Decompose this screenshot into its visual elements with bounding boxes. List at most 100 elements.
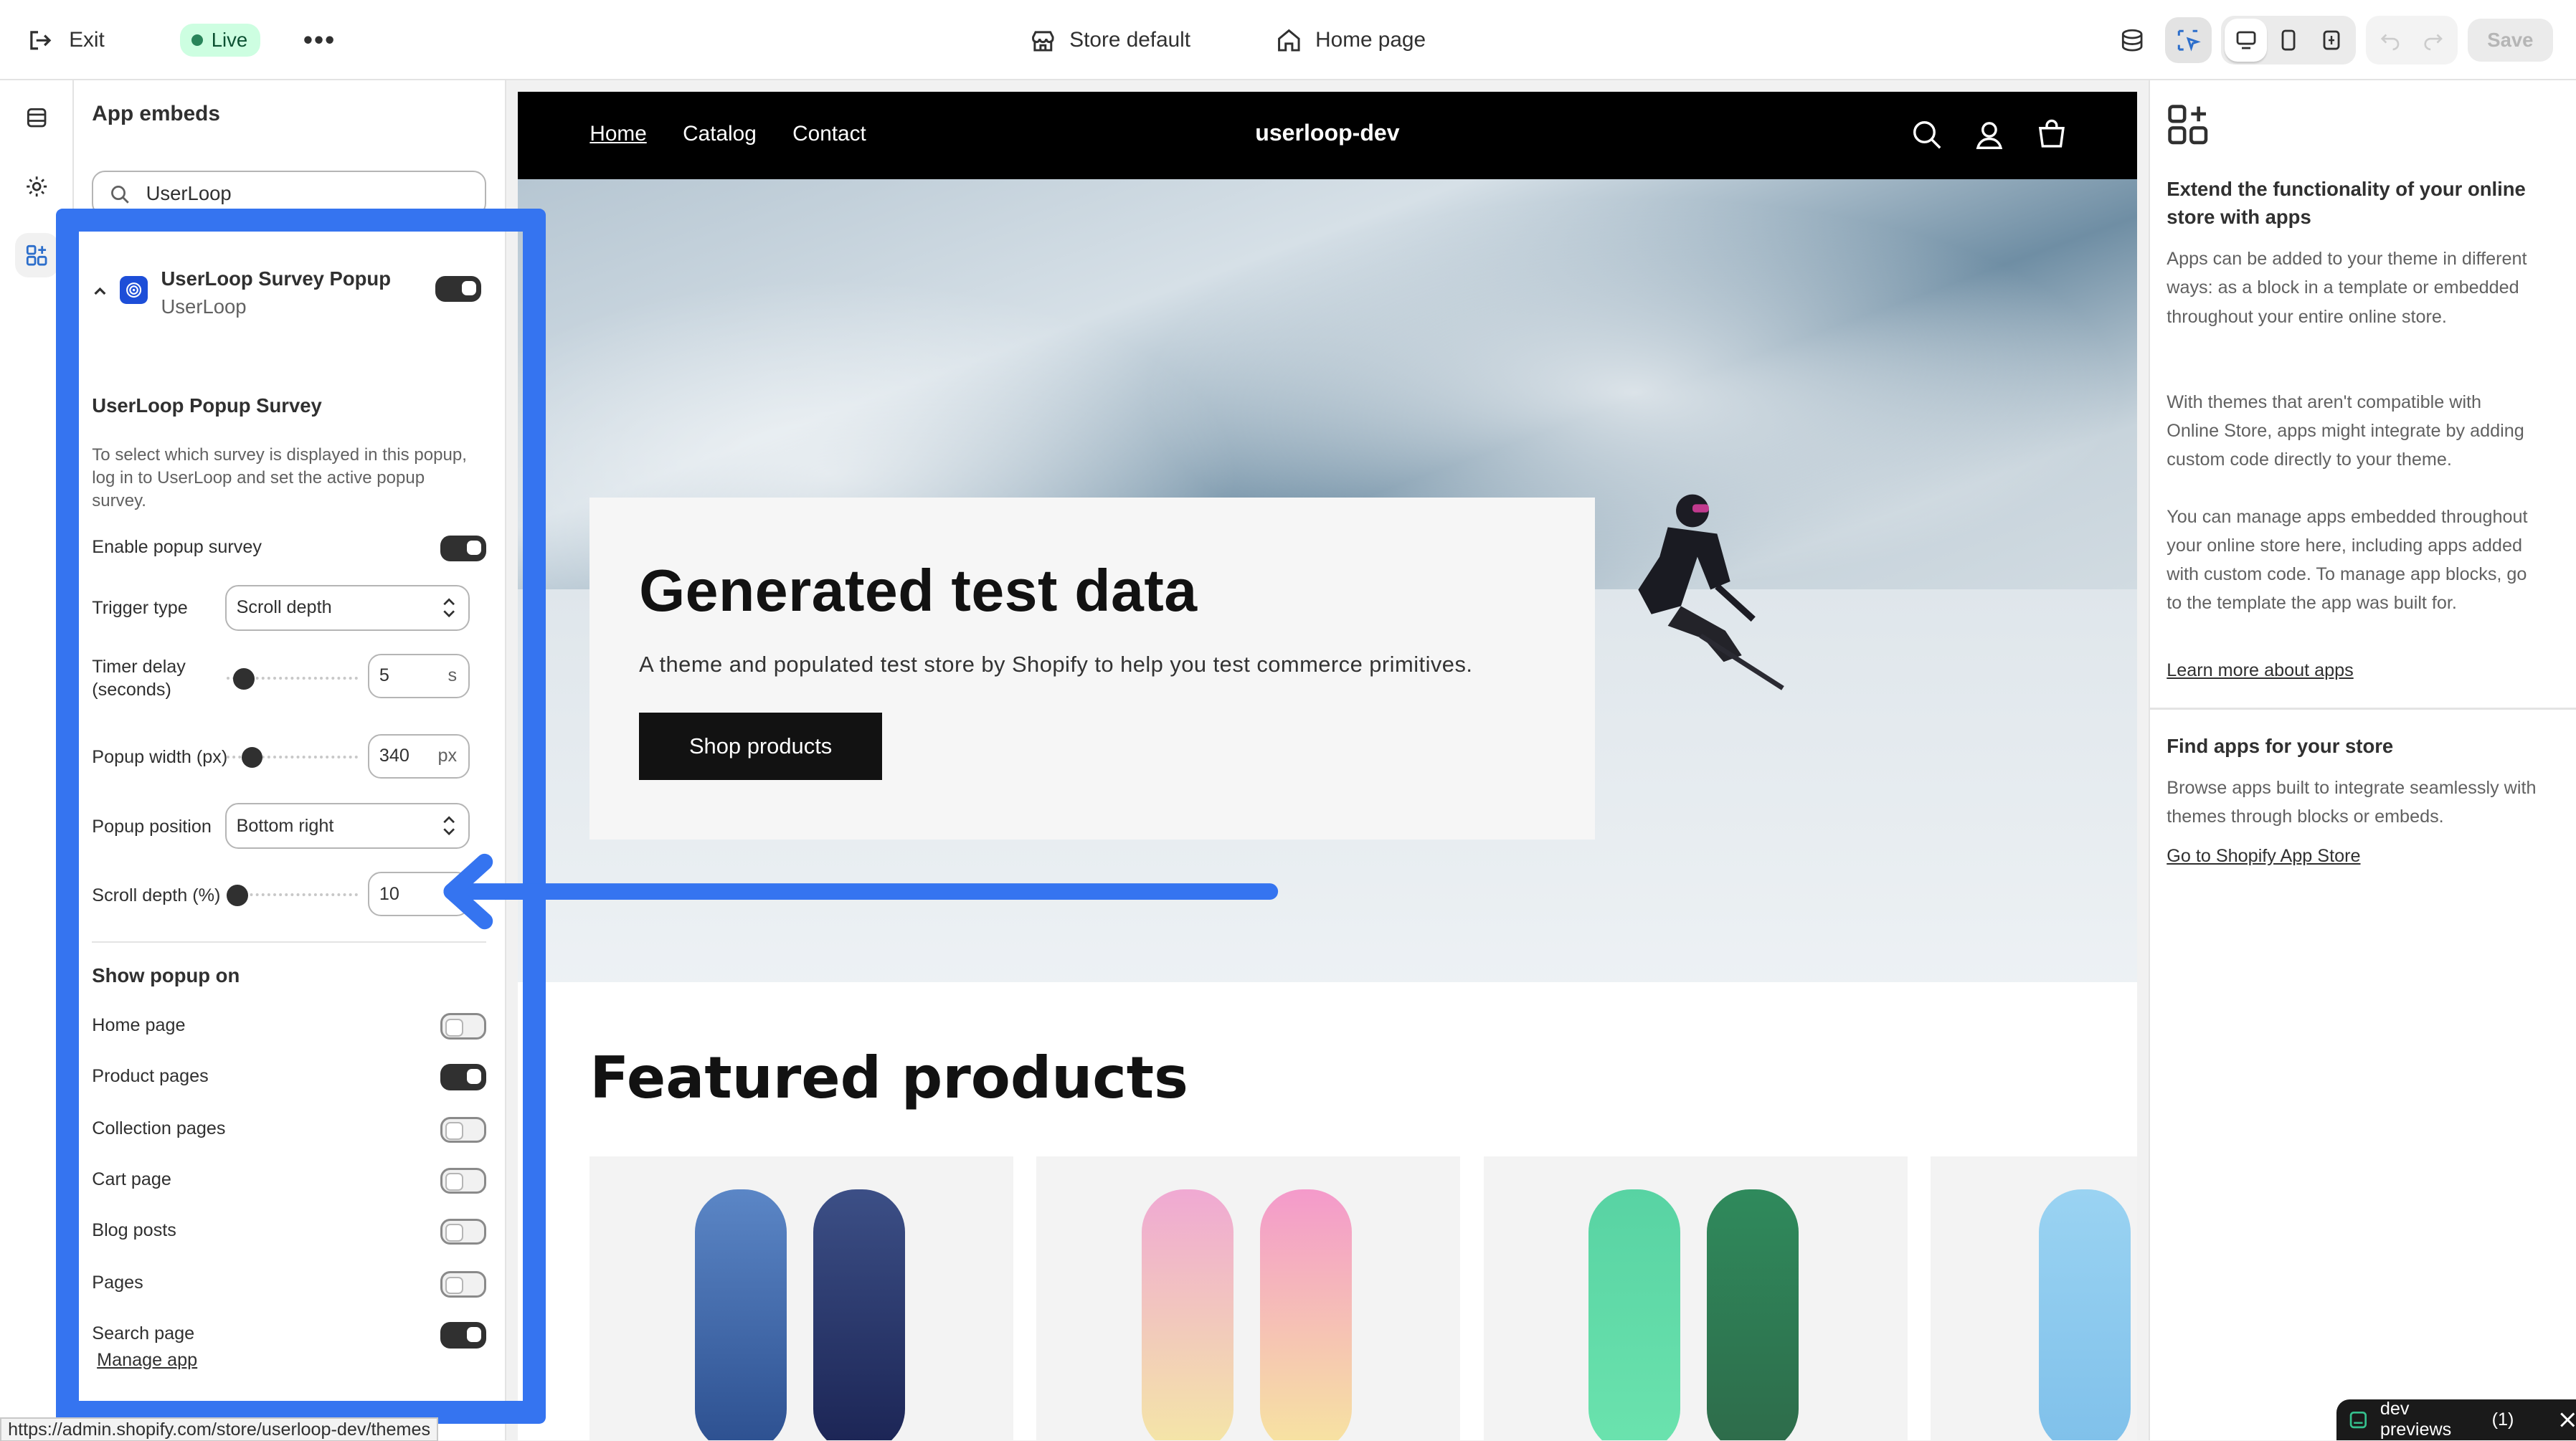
page-selector[interactable]: Home page <box>1276 27 1426 54</box>
product-card[interactable] <box>589 1156 1014 1440</box>
embed-enabled-toggle[interactable] <box>435 275 482 303</box>
popup-width-unit: px <box>437 746 458 766</box>
mobile-icon <box>2281 29 2296 51</box>
chevron-up-icon[interactable] <box>92 282 108 299</box>
timer-delay-input[interactable]: 5 s <box>368 653 470 698</box>
timer-delay-label-line1: Timer delay <box>92 657 186 677</box>
embed-name: UserLoop Survey Popup <box>161 267 391 290</box>
find-apps-heading: Find apps for your store <box>2167 734 2394 757</box>
dev-previews-label: dev previews <box>2380 1399 2452 1440</box>
app-store-link[interactable]: Go to Shopify App Store <box>2167 846 2360 867</box>
settings-rail-button[interactable] <box>15 164 60 209</box>
apps-icon <box>2168 105 2208 145</box>
show-on-toggle[interactable] <box>440 1322 487 1349</box>
show-popup-title: Show popup on <box>92 964 240 986</box>
app-search-input[interactable]: UserLoop <box>92 171 487 217</box>
show-on-toggle[interactable] <box>440 1064 487 1091</box>
show-on-toggle[interactable] <box>440 1013 487 1040</box>
learn-more-link[interactable]: Learn more about apps <box>2167 660 2353 681</box>
enable-popup-label: Enable popup survey <box>92 537 262 558</box>
show-on-toggle[interactable] <box>440 1116 487 1143</box>
timer-delay-slider[interactable] <box>227 667 359 690</box>
store-preview-frame[interactable]: Home Catalog Contact userloop-dev Genera… <box>517 92 2138 1440</box>
show-on-toggle[interactable] <box>440 1271 487 1298</box>
manage-app-link[interactable]: Manage app <box>97 1350 197 1371</box>
left-rail <box>0 80 75 1441</box>
hero-card: Generated test data A theme and populate… <box>589 498 1596 840</box>
store-brand[interactable]: userloop-dev <box>518 120 2138 146</box>
enable-popup-toggle[interactable] <box>440 535 487 562</box>
snowboard-image <box>813 1189 906 1440</box>
history-controls <box>2365 15 2458 65</box>
section-title: UserLoop Popup Survey <box>92 394 322 417</box>
exit-icon <box>29 31 51 50</box>
preview-icon <box>2349 1411 2367 1429</box>
product-card[interactable] <box>1930 1156 2138 1440</box>
app-embeds-rail-button[interactable] <box>14 233 60 278</box>
popup-width-input[interactable]: 340 px <box>368 733 470 779</box>
product-card[interactable] <box>1036 1156 1461 1440</box>
popup-position-label: Popup position <box>92 816 212 837</box>
slider-knob[interactable] <box>241 746 263 769</box>
search-icon[interactable] <box>1910 118 1943 151</box>
dev-previews-count: (1) <box>2491 1409 2514 1430</box>
store-label: Store default <box>1069 28 1191 52</box>
status-url: https://admin.shopify.com/store/userloop… <box>0 1417 439 1441</box>
trigger-type-select[interactable]: Scroll depth <box>224 584 470 631</box>
database-icon <box>2122 29 2143 52</box>
store-selector[interactable]: Store default <box>1030 27 1190 54</box>
popup-width-label: Popup width (px) <box>92 747 228 768</box>
redo-icon <box>2424 34 2443 51</box>
inspector-button[interactable] <box>2165 17 2212 64</box>
undo-button[interactable] <box>2369 19 2412 62</box>
show-on-label: Home page <box>92 1014 186 1035</box>
dev-previews-bar[interactable]: dev previews (1) <box>2336 1399 2576 1441</box>
shop-products-button[interactable]: Shop products <box>639 713 883 781</box>
exit-button[interactable]: Exit <box>27 27 105 54</box>
scroll-depth-input[interactable]: 10 <box>368 872 470 917</box>
select-cursor-icon <box>2178 29 2201 52</box>
section-description: To select which survey is displayed in t… <box>92 444 467 510</box>
hero-title: Generated test data <box>639 557 1198 624</box>
cart-icon[interactable] <box>2035 118 2068 151</box>
popup-width-slider[interactable] <box>227 746 359 769</box>
close-icon[interactable] <box>2560 1412 2575 1428</box>
page-label: Home page <box>1315 28 1426 52</box>
theme-store-button[interactable] <box>2110 17 2156 63</box>
product-card[interactable] <box>1483 1156 1908 1440</box>
live-dot <box>191 34 204 47</box>
fullscreen-view-button[interactable] <box>2310 19 2353 62</box>
top-bar: Exit Live ••• Store default Home page Sa… <box>0 0 2576 81</box>
store-header: Home Catalog Contact userloop-dev <box>517 92 2138 179</box>
show-on-toggle[interactable] <box>440 1218 487 1245</box>
home-icon <box>1278 29 1300 52</box>
desktop-view-button[interactable] <box>2224 19 2268 62</box>
more-actions-button[interactable]: ••• <box>303 25 336 55</box>
popup-width-value: 340 <box>379 746 409 766</box>
mobile-view-button[interactable] <box>2267 19 2310 62</box>
info-paragraph: You can manage apps embedded throughout … <box>2167 506 2528 614</box>
timer-delay-unit: s <box>448 665 458 686</box>
popup-position-value: Bottom right <box>236 815 334 836</box>
slider-knob[interactable] <box>227 885 248 906</box>
snowboard-image <box>2038 1189 2131 1440</box>
show-on-toggle[interactable] <box>440 1167 487 1194</box>
scroll-depth-label: Scroll depth (%) <box>92 885 221 905</box>
more-icon: ••• <box>303 25 336 55</box>
embed-provider: UserLoop <box>161 295 247 318</box>
redo-button[interactable] <box>2412 19 2455 62</box>
desktop-icon <box>2236 31 2256 49</box>
save-button[interactable]: Save <box>2467 19 2553 62</box>
divider <box>92 941 487 943</box>
show-on-label: Search page <box>92 1323 195 1344</box>
apps-icon <box>27 244 47 266</box>
featured-title: Featured products <box>589 1044 1188 1111</box>
scroll-depth-slider[interactable] <box>227 885 359 906</box>
popup-position-select[interactable]: Bottom right <box>224 803 470 850</box>
spiral-icon <box>126 282 142 298</box>
show-on-label: Cart page <box>92 1169 171 1190</box>
hero-banner: Generated test data A theme and populate… <box>517 179 2138 982</box>
slider-knob[interactable] <box>233 667 255 690</box>
account-icon[interactable] <box>1973 118 2006 151</box>
sections-rail-button[interactable] <box>15 95 60 140</box>
